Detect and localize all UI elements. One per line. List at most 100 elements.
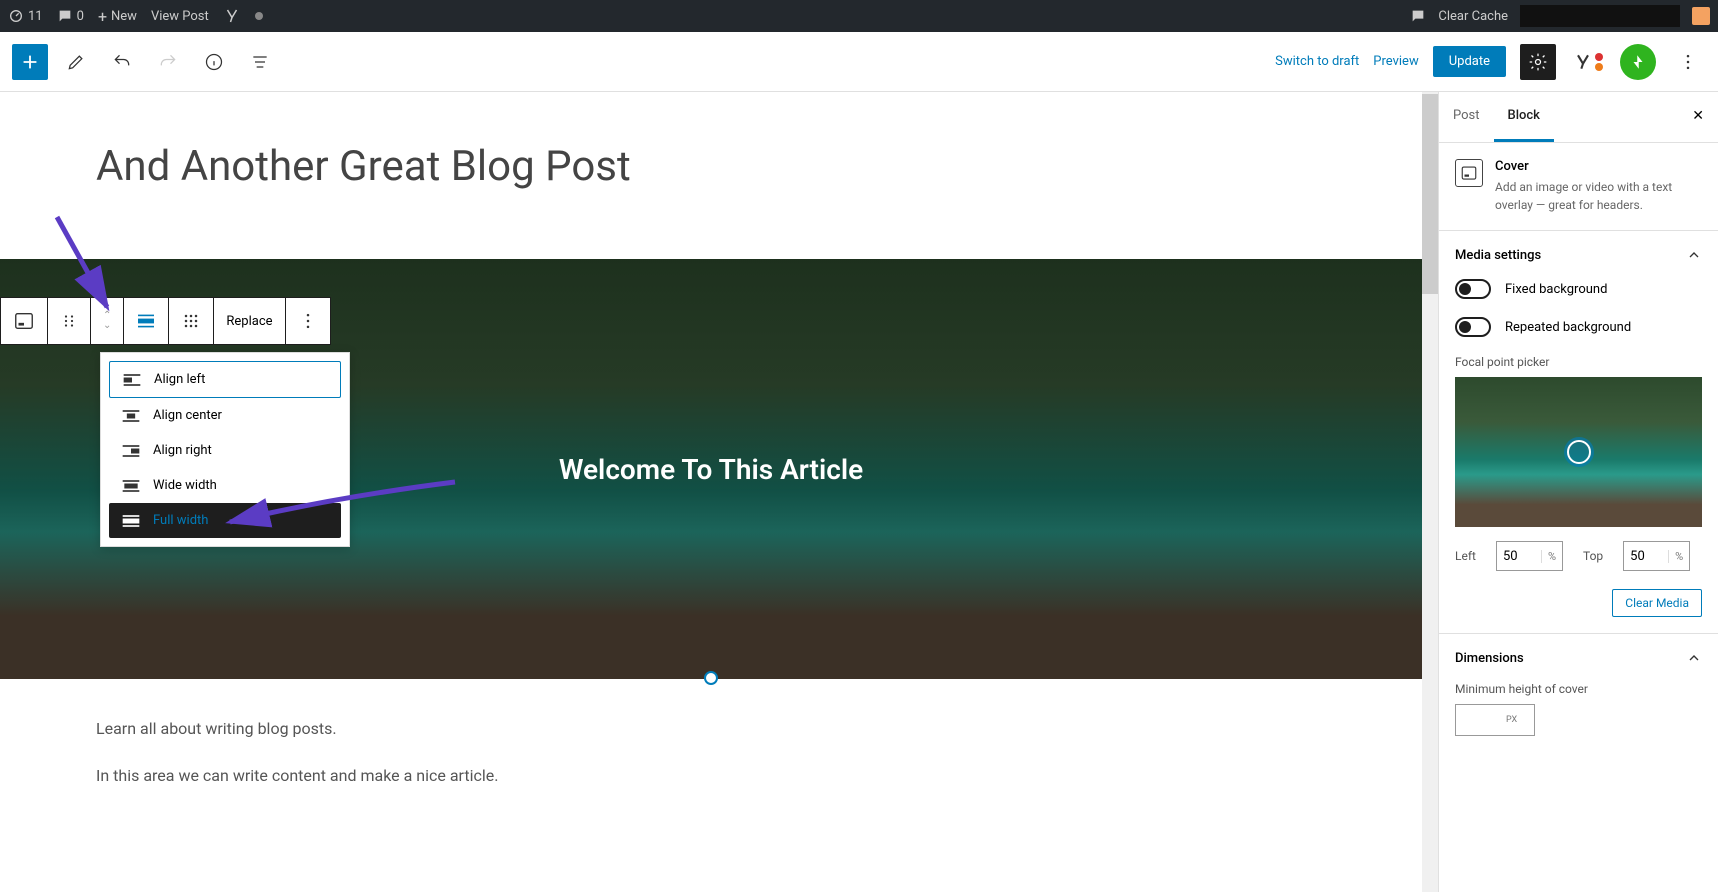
chevron-up-icon [1686, 650, 1702, 666]
grid-icon [181, 311, 201, 331]
add-block-button[interactable] [12, 44, 48, 80]
min-height-input[interactable] [1456, 713, 1502, 728]
align-right-icon [121, 444, 141, 458]
align-wide-icon [121, 479, 141, 493]
undo-icon [112, 52, 132, 72]
align-wide-option[interactable]: Wide width [109, 468, 341, 503]
repeated-background-toggle[interactable] [1455, 317, 1491, 337]
editor-header: Switch to draft Preview Update [0, 32, 1718, 92]
admin-new[interactable]: + New [98, 7, 137, 26]
admin-view-post[interactable]: View Post [151, 9, 209, 24]
post-title[interactable]: And Another Great Blog Post [0, 92, 1422, 211]
tab-block[interactable]: Block [1494, 92, 1554, 142]
focal-top-input[interactable] [1624, 549, 1668, 564]
clear-media-button[interactable]: Clear Media [1612, 589, 1702, 617]
kebab-icon [298, 311, 318, 331]
drag-handle[interactable] [48, 298, 91, 344]
block-toolbar: ⌃ ⌄ Replace [0, 297, 331, 345]
align-full-option[interactable]: Full width [109, 503, 341, 538]
list-icon [250, 52, 270, 72]
focal-point-handle[interactable] [1567, 440, 1591, 464]
seo-dot-orange-icon [1595, 63, 1603, 71]
admin-comments[interactable]: 11 [8, 8, 43, 24]
repeated-background-label: Repeated background [1505, 320, 1631, 335]
percent-unit: % [1541, 550, 1562, 563]
settings-button[interactable] [1520, 44, 1556, 80]
content-position-button[interactable] [169, 298, 214, 344]
yoast-icon [1573, 52, 1593, 72]
admin-search-input[interactable] [1520, 5, 1680, 27]
chevron-down-icon[interactable]: ⌄ [103, 321, 111, 331]
percent-unit: % [1668, 550, 1689, 563]
chevron-up-icon [1686, 247, 1702, 263]
tab-post[interactable]: Post [1439, 92, 1494, 142]
cover-block-icon [1455, 159, 1483, 187]
align-left-option[interactable]: Align left [109, 361, 341, 398]
focal-point-picker[interactable] [1455, 377, 1702, 527]
media-settings-panel-header[interactable]: Media settings [1439, 231, 1718, 279]
switch-to-draft-button[interactable]: Switch to draft [1275, 54, 1359, 69]
status-dot-icon [255, 12, 263, 20]
focal-top-label: Top [1583, 549, 1603, 563]
preview-button[interactable]: Preview [1373, 54, 1418, 69]
min-height-label: Minimum height of cover [1455, 682, 1702, 696]
admin-clear-cache[interactable]: Clear Cache [1438, 9, 1508, 24]
move-buttons[interactable]: ⌃ ⌄ [91, 298, 124, 344]
cover-title[interactable]: Welcome To This Article [559, 453, 863, 486]
jetpack-icon [1629, 53, 1647, 71]
plus-icon: + [98, 7, 107, 26]
block-more-button[interactable] [286, 298, 330, 344]
drag-icon [60, 312, 78, 330]
outline-button[interactable] [242, 44, 278, 80]
plus-icon [19, 51, 41, 73]
align-full-icon [136, 313, 156, 329]
chat-icon[interactable] [1410, 8, 1426, 24]
jetpack-button[interactable] [1620, 44, 1656, 80]
block-description: Add an image or video with a text overla… [1495, 178, 1702, 214]
yoast-button[interactable] [1570, 44, 1606, 80]
info-icon [204, 52, 224, 72]
align-dropdown: Align left Align center Align right Wide… [100, 352, 350, 547]
kebab-icon [1678, 52, 1698, 72]
block-name: Cover [1495, 159, 1702, 174]
info-button[interactable] [196, 44, 232, 80]
cover-block-icon [13, 310, 35, 332]
seo-dot-red-icon [1595, 53, 1603, 61]
gear-icon [1528, 52, 1548, 72]
focal-left-label: Left [1455, 549, 1476, 563]
canvas-scrollbar[interactable] [1422, 92, 1438, 892]
paragraph-2[interactable]: In this area we can write content and ma… [96, 766, 1326, 785]
redo-button[interactable] [150, 44, 186, 80]
paragraph-1[interactable]: Learn all about writing blog posts. [96, 719, 1326, 738]
focal-point-label: Focal point picker [1455, 355, 1702, 369]
admin-bar: 11 0 + New View Post Clear Cache [0, 0, 1718, 32]
fixed-background-toggle[interactable] [1455, 279, 1491, 299]
align-center-option[interactable]: Align center [109, 398, 341, 433]
align-full-icon [121, 514, 141, 528]
px-unit: PX [1502, 715, 1521, 725]
chat-icon [57, 8, 73, 24]
align-left-icon [122, 373, 142, 387]
dimensions-panel-header[interactable]: Dimensions [1439, 634, 1718, 682]
align-center-icon [121, 409, 141, 423]
block-card: Cover Add an image or video with a text … [1439, 143, 1718, 230]
editor-canvas[interactable]: And Another Great Blog Post ⌃ ⌄ [0, 92, 1422, 892]
undo-button[interactable] [104, 44, 140, 80]
admin-bubble[interactable]: 0 [57, 8, 84, 24]
yoast-icon[interactable] [223, 7, 241, 25]
block-type-button[interactable] [1, 298, 48, 344]
admin-avatar[interactable] [1692, 7, 1710, 25]
replace-button[interactable]: Replace [214, 298, 285, 344]
settings-sidebar: Post Block ✕ Cover Add an image or video… [1438, 92, 1718, 892]
focal-left-input[interactable] [1497, 549, 1541, 564]
speedometer-icon [8, 8, 24, 24]
resize-handle[interactable] [704, 671, 718, 685]
align-right-option[interactable]: Align right [109, 433, 341, 468]
edit-tool-button[interactable] [58, 44, 94, 80]
update-button[interactable]: Update [1433, 46, 1506, 77]
close-sidebar-button[interactable]: ✕ [1678, 92, 1718, 142]
fixed-background-label: Fixed background [1505, 282, 1607, 297]
pencil-icon [66, 52, 86, 72]
align-button[interactable] [124, 298, 169, 344]
more-options-button[interactable] [1670, 44, 1706, 80]
